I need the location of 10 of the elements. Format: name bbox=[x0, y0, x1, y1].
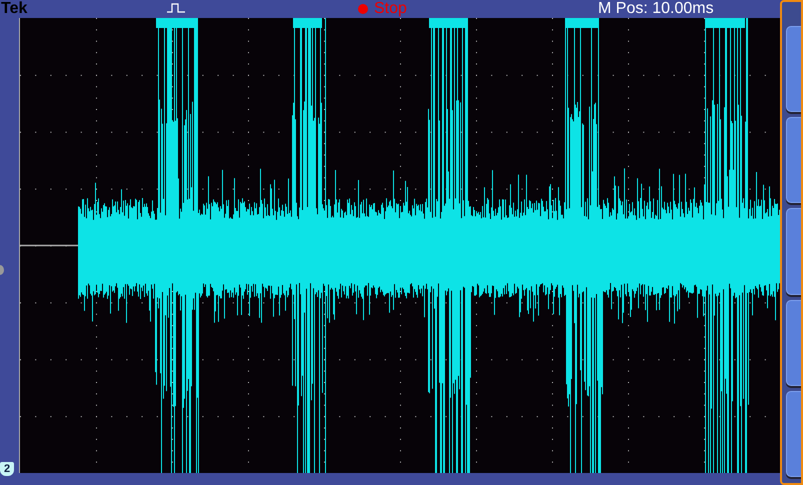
acquisition-status: Stop bbox=[358, 0, 407, 18]
trigger-pulse-icon bbox=[167, 3, 185, 13]
position-readout: M Pos: 10.00ms bbox=[598, 0, 714, 18]
side-menu-button[interactable] bbox=[786, 117, 801, 204]
side-menu-button[interactable] bbox=[786, 208, 801, 295]
channel-badge: 2 bbox=[0, 462, 14, 476]
side-menu-button[interactable] bbox=[786, 26, 801, 112]
brand-label: Tek bbox=[1, 0, 28, 18]
side-menu-button[interactable] bbox=[786, 390, 801, 478]
side-menu-button[interactable] bbox=[786, 300, 801, 386]
